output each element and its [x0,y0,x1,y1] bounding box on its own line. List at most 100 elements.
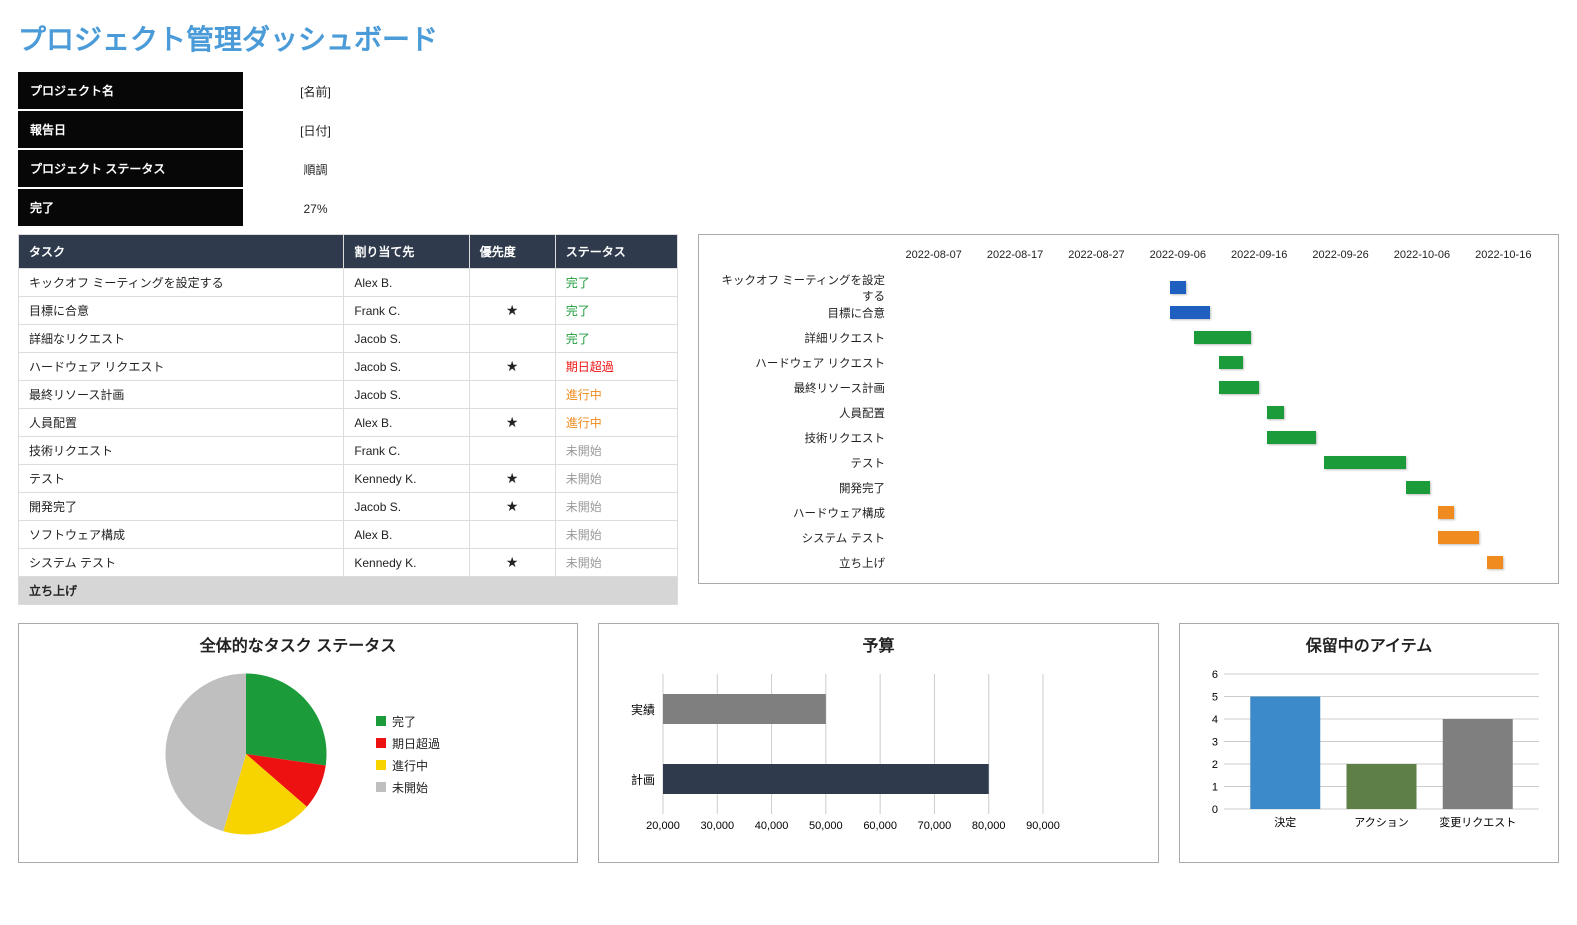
pending-title: 保留中のアイテム [1194,632,1544,656]
gantt-bar [1170,306,1211,319]
pending-ytick: 6 [1212,669,1218,681]
legend-swatch [376,760,386,770]
assignee-cell: Jacob S. [344,325,469,353]
info-label-date: 報告日 [18,111,243,150]
task-footer: 立ち上げ [19,577,678,605]
pending-bar [1347,764,1417,809]
gantt-row-label: ハードウェア リクエスト [713,355,893,371]
gantt-row-label: 立ち上げ [713,555,893,571]
status-cell: 未開始 [555,521,677,549]
task-cell: 最終リソース計画 [19,381,344,409]
assignee-cell: Jacob S. [344,493,469,521]
priority-cell: ★ [469,409,555,437]
pending-cat: 変更リクエスト [1439,815,1516,829]
task-cell: 詳細なリクエスト [19,325,344,353]
status-cell: 未開始 [555,493,677,521]
gantt-tick: 2022-10-16 [1463,249,1544,261]
assignee-cell: Alex B. [344,521,469,549]
info-label-name: プロジェクト名 [18,72,243,111]
budget-panel: 予算 20,00030,00040,00050,00060,00070,0008… [598,623,1159,863]
gantt-tick: 2022-09-06 [1137,249,1218,261]
gantt-row-label: 詳細リクエスト [713,330,893,346]
gantt-bar [1219,356,1243,369]
assignee-cell: Jacob S. [344,353,469,381]
status-cell: 進行中 [555,409,677,437]
budget-title: 予算 [613,632,1144,656]
assignee-cell: Frank C. [344,437,469,465]
pending-cat: 決定 [1274,815,1296,829]
gantt-bar [1267,431,1316,444]
budget-cat: 計画 [631,772,655,787]
gantt-tick: 2022-09-26 [1300,249,1381,261]
pending-ytick: 4 [1212,714,1218,726]
task-cell: システム テスト [19,549,344,577]
gantt-tick: 2022-08-27 [1056,249,1137,261]
assignee-cell: Alex B. [344,269,469,297]
budget-bar [663,694,826,724]
gantt-tick: 2022-10-06 [1381,249,1462,261]
gantt-bar [1487,556,1503,569]
status-cell: 未開始 [555,465,677,493]
budget-chart: 20,00030,00040,00050,00060,00070,00080,0… [613,664,1144,854]
legend-swatch [376,716,386,726]
budget-cat: 実績 [631,702,655,717]
status-cell: 完了 [555,297,677,325]
task-cell: ソフトウェア構成 [19,521,344,549]
gantt-tick: 2022-08-17 [974,249,1055,261]
budget-xtick: 70,000 [918,820,952,832]
th-task: タスク [19,235,344,269]
legend-label: 期日超過 [392,735,440,752]
task-cell: 開発完了 [19,493,344,521]
gantt-row-label: キックオフ ミーティングを設定する [713,272,893,304]
legend-label: 進行中 [392,757,428,774]
status-cell: 未開始 [555,549,677,577]
budget-xtick: 40,000 [755,820,789,832]
pie-chart [156,664,336,844]
status-cell: 未開始 [555,437,677,465]
gantt-bar [1267,406,1283,419]
budget-xtick: 50,000 [809,820,843,832]
gantt-tick: 2022-09-16 [1219,249,1300,261]
overall-task-status-panel: 全体的なタスク ステータス 完了期日超過進行中未開始 [18,623,578,863]
task-cell: 人員配置 [19,409,344,437]
budget-xtick: 30,000 [700,820,734,832]
info-value-name: [名前] [243,73,388,110]
priority-cell: ★ [469,297,555,325]
info-value-complete: 27% [243,192,388,226]
gantt-row-label: 目標に合意 [713,305,893,321]
pending-chart: 0123456決定アクション変更リクエスト [1194,664,1544,854]
priority-cell: ★ [469,465,555,493]
gantt-row-label: 最終リソース計画 [713,380,893,396]
budget-bar [663,764,989,794]
gantt-bar [1324,456,1405,469]
pie-legend: 完了期日超過進行中未開始 [376,708,440,801]
budget-xtick: 60,000 [863,820,897,832]
pending-bar [1443,719,1513,809]
priority-cell: ★ [469,353,555,381]
gantt-bar [1438,531,1479,544]
gantt-row-label: 技術リクエスト [713,430,893,446]
pending-ytick: 1 [1212,782,1218,794]
project-info-table: プロジェクト名[名前] 報告日[日付] プロジェクト ステータス順調 完了27% [18,72,388,228]
th-assignee: 割り当て先 [344,235,469,269]
gantt-row-label: テスト [713,455,893,471]
assignee-cell: Kennedy K. [344,549,469,577]
info-label-complete: 完了 [18,189,243,228]
priority-cell [469,269,555,297]
gantt-bar [1406,481,1430,494]
task-cell: ハードウェア リクエスト [19,353,344,381]
gantt-chart: 2022-08-072022-08-172022-08-272022-09-06… [698,234,1559,584]
gantt-bar [1194,331,1251,344]
info-label-status: プロジェクト ステータス [18,150,243,189]
pending-ytick: 5 [1212,692,1218,704]
gantt-bar [1219,381,1260,394]
pie-title: 全体的なタスク ステータス [33,632,563,656]
assignee-cell: Jacob S. [344,381,469,409]
task-cell: 目標に合意 [19,297,344,325]
pending-cat: アクション [1354,816,1408,829]
task-table: タスク 割り当て先 優先度 ステータス キックオフ ミーティングを設定する Al… [18,234,678,605]
status-cell: 進行中 [555,381,677,409]
gantt-row-label: 人員配置 [713,405,893,421]
budget-xtick: 80,000 [972,820,1006,832]
legend-label: 未開始 [392,779,428,796]
